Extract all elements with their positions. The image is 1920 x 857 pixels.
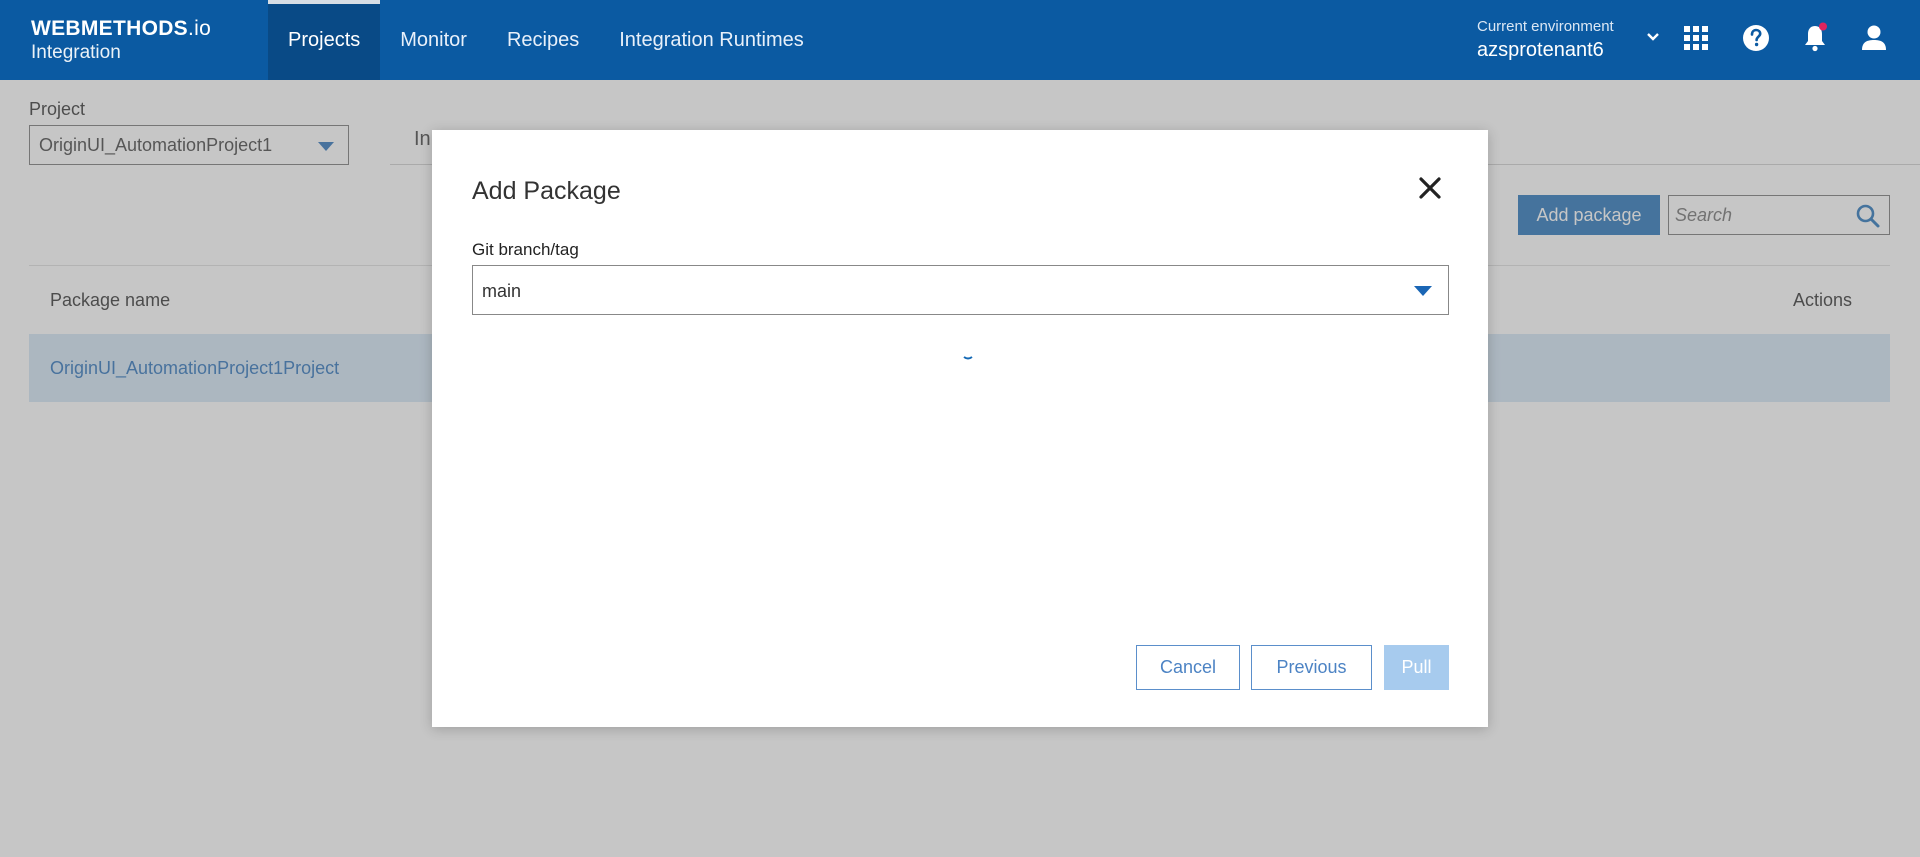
apps-grid-icon[interactable] (1680, 22, 1712, 54)
dialog-title: Add Package (472, 177, 621, 205)
git-branch-label: Git branch/tag (472, 240, 579, 259)
help-icon[interactable] (1740, 22, 1772, 54)
notification-dot (1819, 22, 1827, 31)
pull-button[interactable]: Pull (1384, 645, 1449, 690)
environment-label: Current environment (1477, 18, 1614, 35)
bell-icon[interactable] (1799, 22, 1831, 54)
nav-monitor[interactable]: Monitor (380, 0, 487, 80)
cancel-button[interactable]: Cancel (1136, 645, 1240, 690)
loading-spinner-icon (963, 356, 973, 360)
chevron-down-icon[interactable] (1643, 27, 1663, 47)
environment-switcher[interactable]: Current environment azsprotenant6 (1477, 17, 1614, 64)
git-branch-dropdown[interactable]: main (472, 265, 1449, 315)
nav-recipes[interactable]: Recipes (487, 0, 599, 80)
environment-value: azsprotenant6 (1477, 39, 1604, 61)
user-icon[interactable] (1858, 22, 1890, 54)
brand-subtitle: Integration (31, 42, 121, 63)
brand-logo[interactable]: WEBMETHODS.io Integration (31, 17, 211, 65)
nav-projects[interactable]: Projects (268, 0, 381, 80)
nav-integration-runtimes[interactable]: Integration Runtimes (599, 0, 824, 80)
add-package-dialog: Add Package Git branch/tag main Cancel P… (432, 130, 1488, 727)
top-navigation-bar: WEBMETHODS.io Integration Projects Monit… (0, 0, 1920, 80)
brand-name: WEBMETHODS.io (31, 17, 212, 40)
caret-down-icon (1414, 286, 1432, 296)
previous-button[interactable]: Previous (1251, 645, 1372, 690)
git-branch-value: main (482, 281, 522, 301)
main-nav: Projects Monitor Recipes Integration Run… (268, 0, 824, 80)
close-icon[interactable] (1416, 174, 1444, 202)
